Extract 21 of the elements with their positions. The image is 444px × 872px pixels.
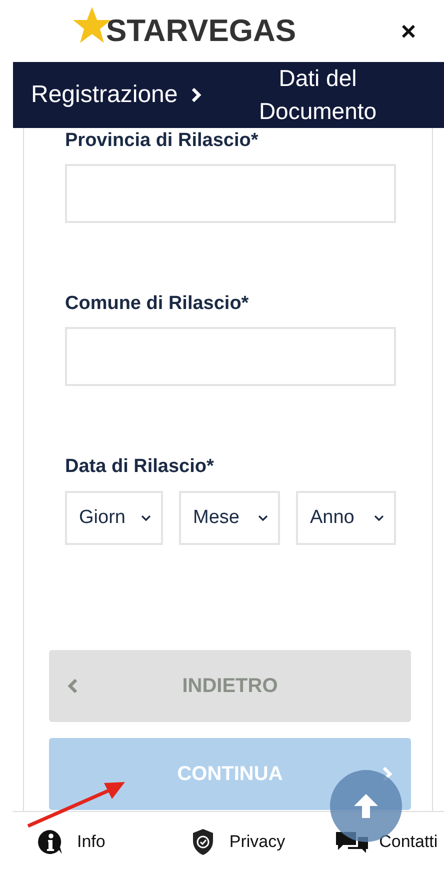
close-button[interactable]: × xyxy=(400,18,416,44)
field-label: Comune di Rilascio* xyxy=(65,293,250,315)
caret-icon xyxy=(374,515,384,521)
dropdown[interactable]: Anno xyxy=(296,491,396,545)
input-field[interactable] xyxy=(65,327,396,386)
info-icon xyxy=(37,829,63,855)
chevron-left-icon xyxy=(67,678,79,694)
dropdown[interactable]: Mese xyxy=(179,491,280,545)
shield-icon xyxy=(191,828,216,856)
caret-icon xyxy=(141,515,151,521)
footer-link[interactable]: Info xyxy=(37,829,106,855)
footer-link[interactable]: Privacy xyxy=(191,828,286,856)
breadcrumb-link[interactable]: Registrazione xyxy=(31,81,178,109)
caret-icon xyxy=(258,515,268,521)
input-field[interactable] xyxy=(65,164,396,223)
dropdown[interactable]: Giorn xyxy=(65,491,163,545)
logo-text: STARVEGAS xyxy=(106,13,296,49)
breadcrumb-current: Dati del Documento xyxy=(258,64,378,126)
field-label: Provincia di Rilascio* xyxy=(65,130,260,152)
chevron-right-icon xyxy=(190,87,202,103)
field-label: Data di Rilascio* xyxy=(65,456,215,478)
